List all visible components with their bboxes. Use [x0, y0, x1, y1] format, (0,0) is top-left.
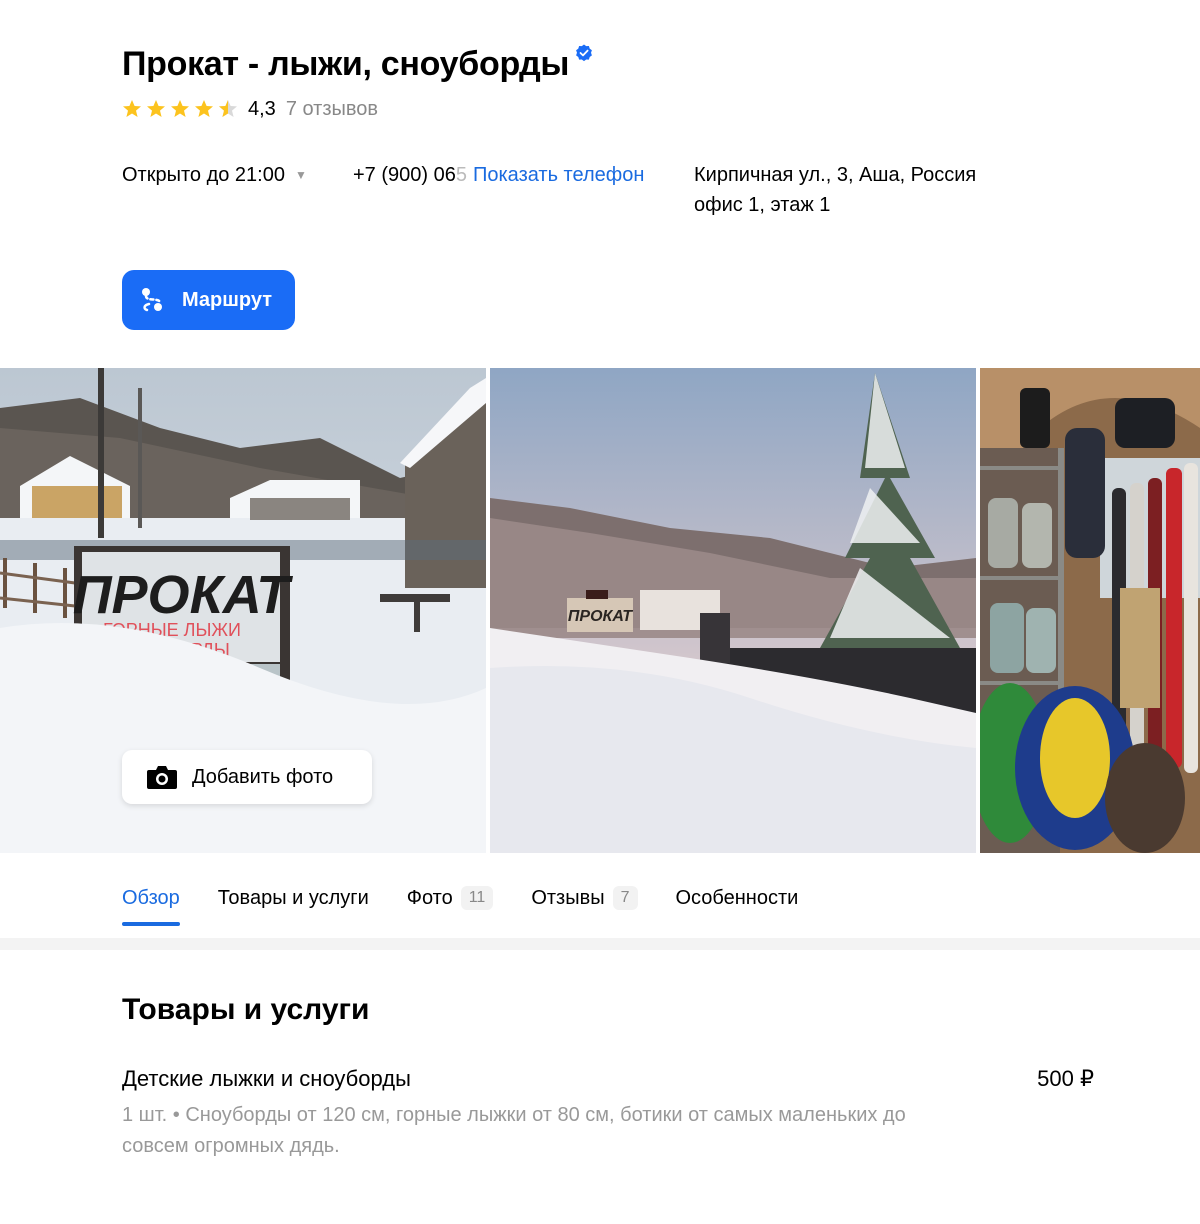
hours-dropdown[interactable]: Открыто до 21:00 ▼ [122, 160, 307, 190]
photo-sign[interactable]: ПРОКАТ ГОРНЫЕ ЛЫЖИ СНОУБОРДЫ Добавить фо… [0, 368, 486, 853]
add-photo-label: Добавить фото [192, 765, 334, 788]
rating-stars [122, 99, 238, 119]
show-phone-link[interactable]: Показать телефон [473, 160, 644, 190]
star-icon [195, 100, 213, 117]
goods-section-title: Товары и услуги [122, 993, 370, 1026]
goods-item-description: 1 шт. • Сноуборды от 120 см, горные лыжк… [122, 1104, 906, 1157]
tab-photos[interactable]: Фото 11 [407, 870, 494, 926]
small-sign-text: ПРОКАТ [568, 608, 633, 625]
goods-item-name: Детские лыжки и сноуборды [122, 1066, 411, 1091]
tab-count-badge: 7 [612, 886, 638, 910]
route-button[interactable]: Маршрут [122, 270, 295, 330]
photo-equipment[interactable] [980, 368, 1200, 853]
tab-features[interactable]: Особенности [676, 870, 799, 926]
hours-label: Открыто до 21:00 [122, 164, 285, 186]
tab-label: Фото [406, 886, 453, 909]
tab-overview[interactable]: Обзор [122, 870, 180, 926]
goods-item-price: 500 ₽ [1037, 1066, 1094, 1091]
tab-goods[interactable]: Товары и услуги [218, 870, 369, 926]
address: Кирпичная ул., 3, Аша, Россия офис 1, эт… [694, 160, 976, 220]
camera-icon [147, 766, 177, 789]
photo-equipment-image [980, 368, 1200, 853]
photo-winter-view-image: ПРОКАТ [490, 368, 976, 853]
phone-number: +7 (900) 06 [353, 164, 456, 186]
caret-down-icon: ▼ [294, 168, 307, 182]
reviews-link[interactable]: 7 отзывов [286, 98, 378, 121]
phone-number-faded: 5 [455, 164, 467, 186]
tab-label: Обзор [122, 886, 180, 909]
photo-winter-view[interactable]: ПРОКАТ [490, 368, 976, 853]
rating-value: 4,3 [248, 97, 276, 120]
info-row: Открыто до 21:00 ▼ +7 (900) 06 5 Показать… [122, 160, 1122, 230]
section-divider [0, 938, 1200, 950]
sign-big-text: ПРОКАТ [73, 565, 294, 625]
rating-row: 4,3 7 отзывов [122, 96, 378, 122]
verified-badge-icon [576, 44, 592, 62]
tab-reviews[interactable]: Отзывы 7 [531, 870, 638, 926]
goods-item[interactable]: Детские лыжки и сноуборды 500 ₽ 1 шт. • … [122, 1062, 1094, 1162]
star-icon [147, 100, 165, 117]
tab-label: Отзывы [531, 886, 605, 909]
route-label: Маршрут [182, 288, 273, 311]
half-star-icon [219, 100, 237, 117]
tab-label: Товары и услуги [217, 886, 369, 909]
page-title: Прокат - лыжи, сноуборды [122, 45, 570, 83]
address-line: Кирпичная ул., 3, Аша, Россия [694, 164, 977, 186]
route-icon [142, 288, 162, 312]
star-icon [171, 100, 189, 117]
photo-gallery: ПРОКАТ ГОРНЫЕ ЛЫЖИ СНОУБОРДЫ Добавить фо… [0, 368, 1200, 853]
add-photo-button[interactable]: Добавить фото [122, 750, 372, 804]
star-icon [123, 100, 141, 117]
address-office: офис 1, этаж 1 [694, 194, 831, 216]
phone-block: +7 (900) 06 5 Показать телефон [353, 160, 644, 190]
title-row: Прокат - лыжи, сноуборды [122, 40, 593, 88]
tab-count-badge: 11 [460, 886, 494, 910]
tab-label: Особенности [675, 886, 799, 909]
tab-bar: Обзор Товары и услуги Фото 11 Отзывы 7 О… [122, 870, 836, 926]
